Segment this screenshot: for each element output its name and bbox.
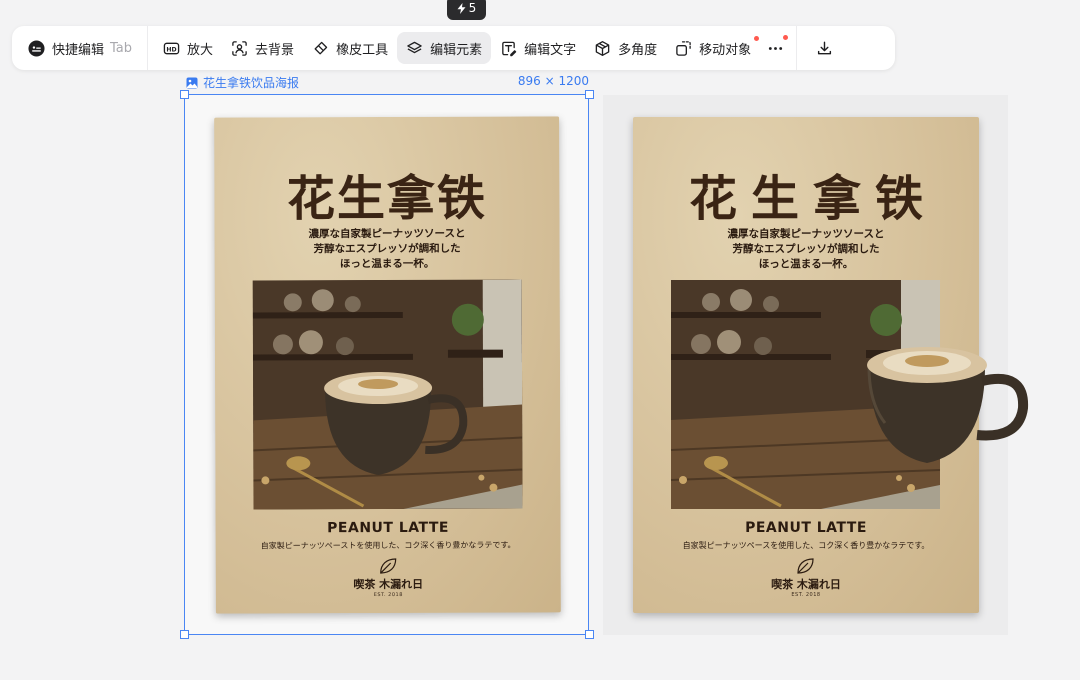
- multi-angle-button[interactable]: 多角度: [585, 32, 666, 64]
- remove-background-label: 去背景: [255, 42, 295, 58]
- move-object-label: 移动对象: [699, 42, 752, 58]
- upscale-button[interactable]: HD 放大: [154, 32, 222, 64]
- leaf-icon: [797, 558, 814, 574]
- person-frame-icon: [232, 40, 247, 56]
- poster-description: 自家製ピーナッツペースを使用した、コク深く香り豊かなラテです。: [682, 541, 930, 550]
- layers-icon: [407, 41, 422, 53]
- edit-text-button[interactable]: 编辑文字: [491, 32, 585, 64]
- edit-elements-button[interactable]: 编辑元素: [397, 32, 492, 64]
- upscale-label: 放大: [187, 42, 214, 58]
- cube-icon: [595, 40, 610, 56]
- toolbar: 快捷编辑 Tab HD 放大 去背景 橡皮工具 编辑元素 编辑文字 多角度 移动…: [12, 26, 895, 70]
- quick-edit-label: 快捷编辑: [52, 42, 105, 58]
- poster-title: 花生拿铁: [688, 171, 937, 227]
- svg-text:HD: HD: [166, 46, 176, 53]
- poster-shop-name: 喫茶 木漏れ日: [771, 578, 841, 591]
- hd-icon: HD: [163, 42, 180, 54]
- quick-edit-shortcut: Tab: [110, 40, 133, 56]
- more-options-button[interactable]: [760, 32, 790, 64]
- eraser-label: 橡皮工具: [336, 42, 389, 58]
- poster-subtitle: 濃厚な自家製ピーナッツソースと 芳醇なエスプレッソが調和した ほっと温まる一杯。: [633, 227, 979, 272]
- move-object-button[interactable]: 移动对象: [666, 32, 760, 64]
- credit-badge: 5: [447, 0, 486, 20]
- poster-subtitle-line: ほっと温まる一杯。: [758, 258, 854, 270]
- lightning-icon: [457, 2, 466, 14]
- move-object-notification-dot: [754, 36, 760, 41]
- poster-est: EST. 2018: [791, 592, 821, 598]
- resize-handle-top-right[interactable]: [585, 90, 594, 99]
- selection-label: 花生拿铁饮品海报: [186, 74, 299, 91]
- toolbar-divider: [147, 26, 149, 70]
- selection-dimensions: 896 × 1200: [517, 74, 589, 88]
- poster-subtitle-line: 濃厚な自家製ピーナッツソースと: [727, 228, 885, 240]
- resize-handle-top-left[interactable]: [180, 90, 189, 99]
- resize-handle-bottom-right[interactable]: [585, 630, 594, 639]
- download-button[interactable]: [807, 32, 841, 64]
- multi-angle-label: 多角度: [618, 42, 658, 58]
- remove-background-button[interactable]: 去背景: [222, 32, 303, 64]
- credit-count: 5: [468, 1, 477, 15]
- quick-edit-button[interactable]: 快捷编辑 Tab: [26, 32, 141, 64]
- download-icon: [817, 41, 831, 54]
- text-edit-icon: [502, 41, 517, 56]
- more-notification-dot: [783, 35, 789, 40]
- poster-subtitle-line: 芳醇なエスプレッソが調和した: [732, 243, 880, 255]
- poster-product-name: PEANUT LATTE: [745, 520, 867, 536]
- move-object-icon: [676, 40, 691, 56]
- toolbar-divider: [796, 26, 798, 70]
- eraser-button[interactable]: 橡皮工具: [303, 32, 397, 64]
- selection-frame[interactable]: [184, 94, 589, 635]
- eraser-icon: [314, 41, 328, 54]
- more-dots-icon: [768, 46, 782, 50]
- edit-text-label: 编辑文字: [524, 42, 577, 58]
- quick-edit-icon: [28, 39, 45, 57]
- edit-elements-label: 编辑元素: [430, 42, 483, 58]
- resize-handle-bottom-left[interactable]: [180, 630, 189, 639]
- poster-canvas-edited[interactable]: 花生拿铁 濃厚な自家製ピーナッツソースと 芳醇なエスプレッソが調和した ほっと温…: [603, 95, 1029, 635]
- image-icon: [186, 77, 198, 88]
- selection-name: 花生拿铁饮品海报: [203, 76, 300, 90]
- moved-coffee-cup[interactable]: [865, 343, 1030, 467]
